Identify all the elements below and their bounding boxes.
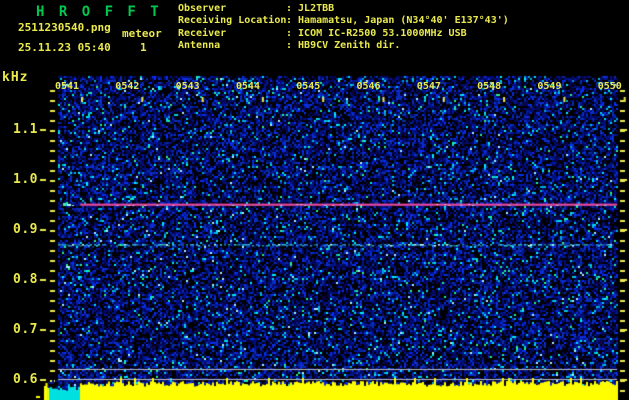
x-tick-label: 0550 (597, 81, 622, 92)
info-value: : JL2TBB (286, 3, 335, 14)
header-info-row: Observer : JL2TBB (178, 3, 509, 15)
x-tick-label: 0546 (356, 81, 381, 92)
header-info-row: Receiver : ICOM IC-R2500 53.1000MHz USB (178, 28, 509, 40)
info-label: Observer (178, 3, 227, 14)
y-tick-label: 1.1 (13, 122, 38, 137)
mode-label: meteor (122, 27, 162, 40)
app-title: H R O F F T (36, 4, 162, 20)
datetime-label: 25.11.23 05:40 (18, 41, 111, 54)
x-tick-label: 0548 (477, 81, 502, 92)
hrofft-screenshot: H R O F F T 2511230540.png meteor 25.11.… (0, 0, 629, 400)
info-value: : ICOM IC-R2500 53.1000MHz USB (286, 27, 467, 39)
header-info: Observer : JL2TBB Receiving Location: Hama… (178, 3, 509, 53)
info-label: Receiver (178, 27, 227, 39)
y-tick-label: 0.6 (13, 372, 38, 387)
x-tick-label: 0541 (55, 81, 80, 92)
info-label: Antenna (178, 40, 221, 52)
x-tick-label: 0545 (296, 81, 321, 92)
y-axis-unit-label: kHz (2, 70, 29, 85)
header-info-row: Antenna : HB9CV Zenith dir. (178, 40, 509, 52)
x-tick-label: 0547 (416, 81, 441, 92)
y-tick-label: 0.9 (13, 222, 38, 237)
info-value: : Hamamatsu, Japan (N34°40' E137°43') (286, 15, 509, 27)
info-label: Receiving Location (178, 15, 287, 27)
y-tick-label: 0.7 (13, 322, 38, 337)
header-info-row: Receiving Location: Hamamatsu, Japan (N3… (178, 15, 509, 27)
x-tick-label: 0549 (537, 81, 562, 92)
image-filename: 2511230540.png (18, 21, 111, 34)
x-tick-label: 0542 (115, 81, 140, 92)
x-tick-label: 0544 (235, 81, 260, 92)
info-value: : HB9CV Zenith dir. (286, 40, 401, 52)
y-tick-label: 1.0 (13, 172, 38, 187)
y-tick-label: 0.8 (13, 272, 38, 287)
x-tick-label: 0543 (175, 81, 200, 92)
spectrogram-canvas (0, 0, 629, 400)
meteor-count: 1 (140, 41, 147, 54)
